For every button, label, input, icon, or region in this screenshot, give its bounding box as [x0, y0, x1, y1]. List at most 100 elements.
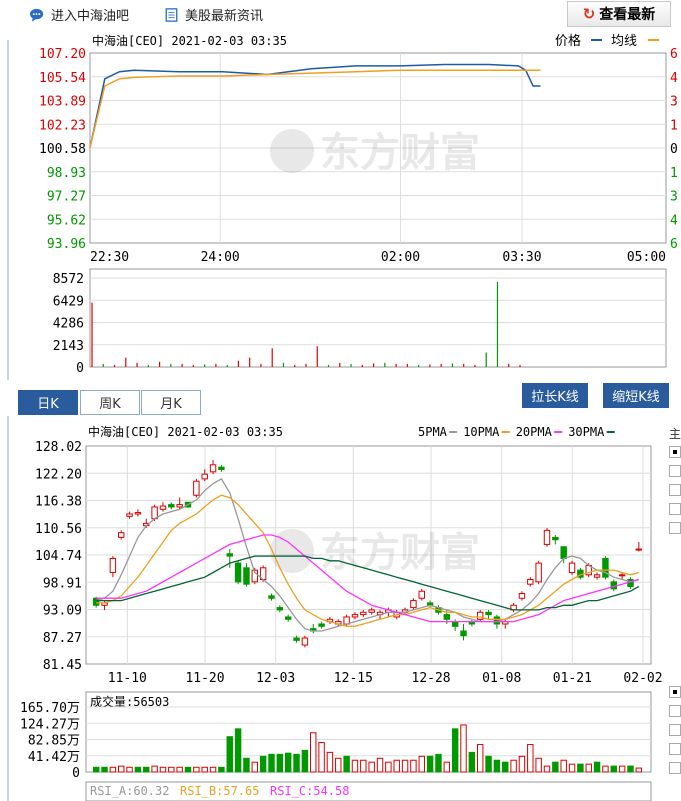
candle-body	[243, 567, 250, 585]
daily-volume-bar	[468, 751, 476, 773]
tab-monthly-k[interactable]: 月K	[141, 390, 201, 415]
daily-volume-bar	[435, 753, 442, 773]
kline-y-tick: 128.02	[35, 440, 82, 455]
candle-body	[451, 621, 459, 627]
kline-y-tick: 116.38	[35, 495, 82, 510]
daily-volume-bar	[610, 765, 617, 773]
intraday-volume-y-tick: 6429	[53, 294, 84, 309]
daily-volume-y-axis: 165.70万124.27万 82.85万41.42万0	[20, 701, 80, 781]
candle-body	[368, 609, 375, 613]
daily-volume-bar	[535, 757, 542, 773]
candle-body	[92, 597, 100, 606]
indicator-checkbox-4[interactable]	[669, 503, 681, 515]
time-axis: 22:30 24:00 02:00 03:30 05:00	[90, 250, 666, 265]
kline-y-tick: 81.45	[43, 658, 82, 673]
rsi-c-label: RSI_C:54.58	[270, 784, 349, 798]
daily-volume-bar	[443, 761, 451, 773]
daily-volume-bar	[293, 753, 300, 773]
rsi-plot-area	[85, 781, 652, 801]
percent-right-tick: 4	[670, 213, 678, 228]
daily-volume-bar	[218, 766, 225, 773]
us-stock-news-link[interactable]: 美股最新资讯	[164, 5, 263, 24]
stock-forum-link[interactable]: 进入中海油吧	[30, 5, 129, 24]
tab-weekly-k[interactable]: 周K	[80, 390, 140, 415]
volume-checkbox-5[interactable]	[669, 762, 681, 774]
daily-volume-bar	[109, 766, 117, 773]
candle-body	[602, 557, 609, 578]
refresh-icon: ↻	[582, 5, 596, 23]
zoom-out-kline-button[interactable]: 缩短K线	[603, 383, 669, 408]
daily-volume-bar	[209, 766, 217, 773]
zoom-in-kline-button[interactable]: 拉长K线	[522, 383, 588, 408]
tab-daily-k[interactable]: 日K	[18, 390, 78, 415]
intraday-volume-y-tick: 8572	[53, 272, 84, 287]
candle-body	[126, 513, 133, 517]
time-tick: 03:30	[502, 250, 541, 265]
daily-volume-bar	[502, 761, 509, 773]
percent-right-tick: 3	[670, 190, 678, 205]
kline-date-tick: 12-15	[334, 671, 373, 686]
volume-checkbox-2[interactable]	[669, 705, 681, 717]
kline-y-tick: 104.74	[35, 549, 82, 564]
candle-body	[284, 616, 292, 620]
candle-body	[535, 562, 542, 583]
percent-right-tick: 0	[670, 142, 678, 157]
stock-forum-link-label: 进入中海油吧	[51, 9, 130, 24]
candle-body	[593, 574, 601, 578]
intraday-volume-plot-area	[89, 268, 667, 368]
percent-right-tick: 6	[670, 237, 678, 252]
candle-body	[618, 574, 626, 577]
volume-checkbox-4[interactable]	[669, 743, 681, 755]
kline-date-tick: 11-10	[108, 671, 147, 686]
kline-date-tick: 01-21	[553, 671, 592, 686]
daily-volume-bar	[543, 765, 551, 773]
daily-volume-bar	[376, 757, 384, 773]
refresh-button[interactable]: ↻ 查看最新	[567, 1, 671, 27]
percent-right-tick: 3	[670, 95, 678, 110]
top-bar: 进入中海油吧 美股最新资讯 ↻ 查看最新	[0, 0, 681, 28]
kline-y-tick: 110.56	[35, 522, 82, 537]
time-tick: 05:00	[627, 250, 666, 265]
daily-volume-y-tick: 82.85万	[28, 734, 80, 749]
legend-avg-label: 均线	[611, 34, 637, 49]
candle-body	[485, 611, 492, 616]
daily-volume-bar	[602, 765, 609, 773]
candle-body	[318, 623, 325, 627]
chat-bubble-icon	[30, 8, 44, 22]
candle-body	[159, 505, 167, 510]
price-y-tick: 102.23	[39, 118, 86, 133]
percent-right-tick: 6	[670, 47, 678, 62]
daily-volume-bar	[301, 749, 309, 773]
refresh-button-label: 查看最新	[599, 7, 656, 23]
price-right-axis: 6 4 3 1 0 1 3 4 6	[670, 47, 678, 252]
candle-body	[134, 512, 142, 515]
time-tick: 02:00	[381, 250, 420, 265]
candle-body	[193, 480, 200, 496]
indicator-checkbox-2[interactable]	[669, 465, 681, 477]
daily-volume-bar	[335, 757, 342, 773]
candle-body	[301, 637, 309, 646]
price-y-tick: 93.96	[47, 237, 86, 252]
kline-chart[interactable]: 中海油[CEO] 2021-02-03 03:35 5PMA 10PMA 20PMA…	[0, 416, 668, 801]
candle-body	[568, 562, 576, 573]
daily-volume-bar	[118, 765, 125, 773]
document-icon	[165, 7, 178, 22]
candle-body	[443, 614, 451, 620]
volume-checkbox-1[interactable]	[669, 686, 681, 698]
legend-price-label: 价格	[555, 33, 581, 49]
daily-volume-bar	[92, 766, 100, 773]
daily-volume-bar	[418, 755, 425, 773]
candle-body	[527, 579, 534, 585]
indicator-checkbox-3[interactable]	[669, 484, 681, 496]
daily-volume-bar	[510, 759, 517, 773]
indicator-checkbox-1[interactable]	[669, 446, 681, 458]
daily-volume-bar	[401, 759, 409, 773]
price-y-tick: 105.54	[39, 71, 86, 86]
daily-volume-bar	[184, 766, 192, 773]
intraday-chart[interactable]: 中海油[CEO] 2021-02-03 03:35 价格 均线 东方财富 107…	[0, 28, 681, 380]
indicator-checkbox-5[interactable]	[669, 522, 681, 534]
candle-body	[351, 614, 359, 618]
kline-date-tick: 12-28	[412, 671, 451, 686]
volume-checkbox-3[interactable]	[669, 724, 681, 736]
daily-volume-bar	[326, 751, 334, 773]
